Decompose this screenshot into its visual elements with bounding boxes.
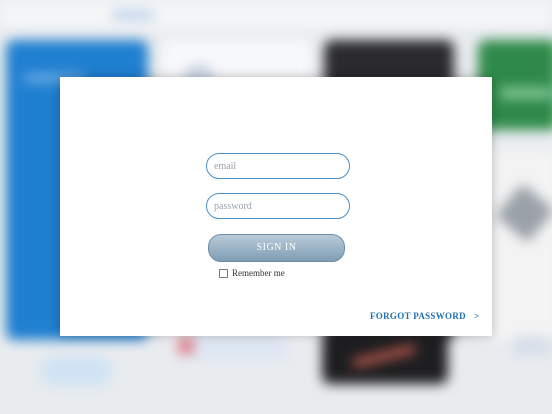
remember-me-row[interactable]: Remember me (219, 268, 285, 278)
forgot-password-label: FORGOT PASSWORD (370, 311, 466, 321)
forgot-password-link[interactable]: FORGOT PASSWORD > (370, 311, 479, 321)
password-input[interactable] (206, 193, 350, 219)
background-pill (40, 356, 112, 386)
sign-in-dialog: SIGN IN Remember me FORGOT PASSWORD > (60, 77, 492, 336)
background-topbar (0, 0, 552, 28)
background-tools-shape (495, 183, 552, 243)
sign-in-button[interactable]: SIGN IN (208, 234, 345, 262)
background-strip (178, 334, 288, 360)
background-top-link (112, 10, 154, 20)
background-accent (351, 344, 417, 368)
chevron-right-icon: > (473, 311, 480, 321)
background-red-icon (178, 338, 194, 354)
email-input[interactable] (206, 153, 350, 179)
remember-me-label: Remember me (232, 268, 285, 278)
background-card-edge (512, 336, 552, 356)
background-tile-stripe (500, 88, 552, 98)
remember-me-checkbox[interactable] (219, 268, 228, 278)
background-dark-card (322, 332, 448, 384)
